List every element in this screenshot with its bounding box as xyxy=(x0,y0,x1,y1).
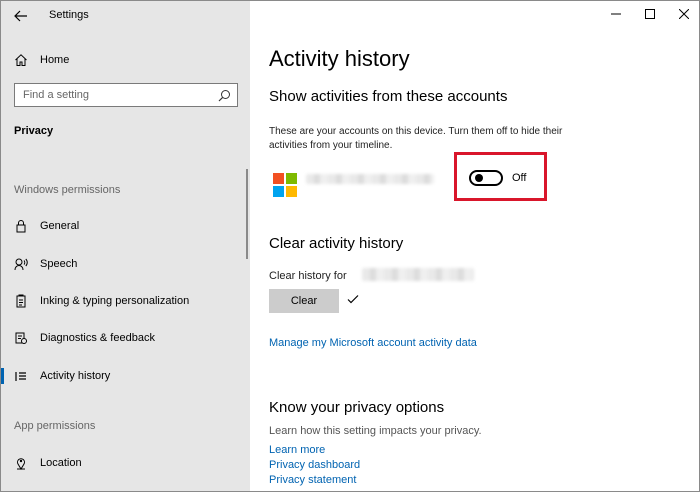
search-box[interactable] xyxy=(14,83,238,107)
privacy-description: Learn how this setting impacts your priv… xyxy=(269,425,482,437)
section-title-privacy: Privacy xyxy=(14,125,54,137)
diagnostics-icon xyxy=(13,330,29,346)
search-icon[interactable] xyxy=(218,89,231,102)
sidebar-item-label: Location xyxy=(40,457,82,469)
manage-activity-data-link[interactable]: Manage my Microsoft account activity dat… xyxy=(269,337,477,349)
toggle-knob xyxy=(475,174,483,182)
sidebar-item-general[interactable]: General xyxy=(1,214,250,238)
app-title: Settings xyxy=(49,9,89,21)
home-icon xyxy=(13,52,29,68)
active-indicator xyxy=(1,368,4,384)
privacy-dashboard-link[interactable]: Privacy dashboard xyxy=(269,459,360,471)
location-icon xyxy=(13,455,29,471)
window-controls xyxy=(599,1,699,31)
maximize-icon xyxy=(645,9,655,19)
description-line: These are your accounts on this device. … xyxy=(269,126,563,137)
sidebar-scrollbar[interactable] xyxy=(246,169,248,259)
settings-window: Settings Home Privacy Windows permission… xyxy=(0,0,700,492)
account-activity-toggle[interactable] xyxy=(469,170,503,186)
speech-icon xyxy=(13,256,29,272)
back-arrow-icon xyxy=(14,10,27,22)
minimize-icon xyxy=(611,13,621,15)
sidebar-item-label: Home xyxy=(40,54,70,66)
redacted-account-email xyxy=(362,268,474,281)
minimize-button[interactable] xyxy=(599,1,633,27)
clear-history-label: Clear history for xyxy=(269,270,347,282)
learn-more-link[interactable]: Learn more xyxy=(269,444,325,456)
sidebar-item-inking-typing[interactable]: Inking & typing personalization xyxy=(1,289,250,313)
sidebar-item-activity-history[interactable]: Activity history xyxy=(1,364,250,388)
section-heading-show-activities: Show activities from these accounts xyxy=(269,88,508,105)
toggle-state-label: Off xyxy=(512,172,527,184)
description-line: activities from your timeline. xyxy=(269,140,393,151)
title-bar: Settings xyxy=(1,1,250,31)
sidebar: Settings Home Privacy Windows permission… xyxy=(1,1,250,491)
microsoft-logo-icon xyxy=(273,173,297,197)
group-label-app-permissions: App permissions xyxy=(14,420,96,432)
sidebar-item-location[interactable]: Location xyxy=(1,451,250,475)
section-heading-clear-history: Clear activity history xyxy=(269,235,404,252)
maximize-button[interactable] xyxy=(633,1,667,27)
checkmark-icon xyxy=(347,295,359,304)
sidebar-item-home[interactable]: Home xyxy=(1,49,250,71)
close-button[interactable] xyxy=(667,1,699,27)
accounts-description: These are your accounts on this device. … xyxy=(269,125,562,153)
sidebar-item-diagnostics[interactable]: Diagnostics & feedback xyxy=(1,326,250,350)
group-label-windows-permissions: Windows permissions xyxy=(14,184,121,196)
search-input[interactable] xyxy=(23,89,213,101)
activity-history-icon xyxy=(13,368,29,384)
sidebar-item-label: Inking & typing personalization xyxy=(40,295,190,307)
sidebar-item-label: General xyxy=(40,220,80,232)
close-icon xyxy=(679,9,689,19)
lock-icon xyxy=(13,218,29,234)
clipboard-icon xyxy=(13,293,29,309)
redacted-account-name xyxy=(306,174,434,184)
page-title: Activity history xyxy=(269,46,410,71)
sidebar-item-speech[interactable]: Speech xyxy=(1,252,250,276)
back-button[interactable] xyxy=(11,6,31,26)
sidebar-item-label: Speech xyxy=(40,258,78,270)
main-content: Activity history Show activities from th… xyxy=(250,1,699,491)
section-heading-privacy-options: Know your privacy options xyxy=(269,399,445,416)
sidebar-item-label: Activity history xyxy=(40,370,111,382)
privacy-statement-link[interactable]: Privacy statement xyxy=(269,474,356,486)
clear-button[interactable]: Clear xyxy=(269,289,339,313)
sidebar-item-label: Diagnostics & feedback xyxy=(40,332,155,344)
